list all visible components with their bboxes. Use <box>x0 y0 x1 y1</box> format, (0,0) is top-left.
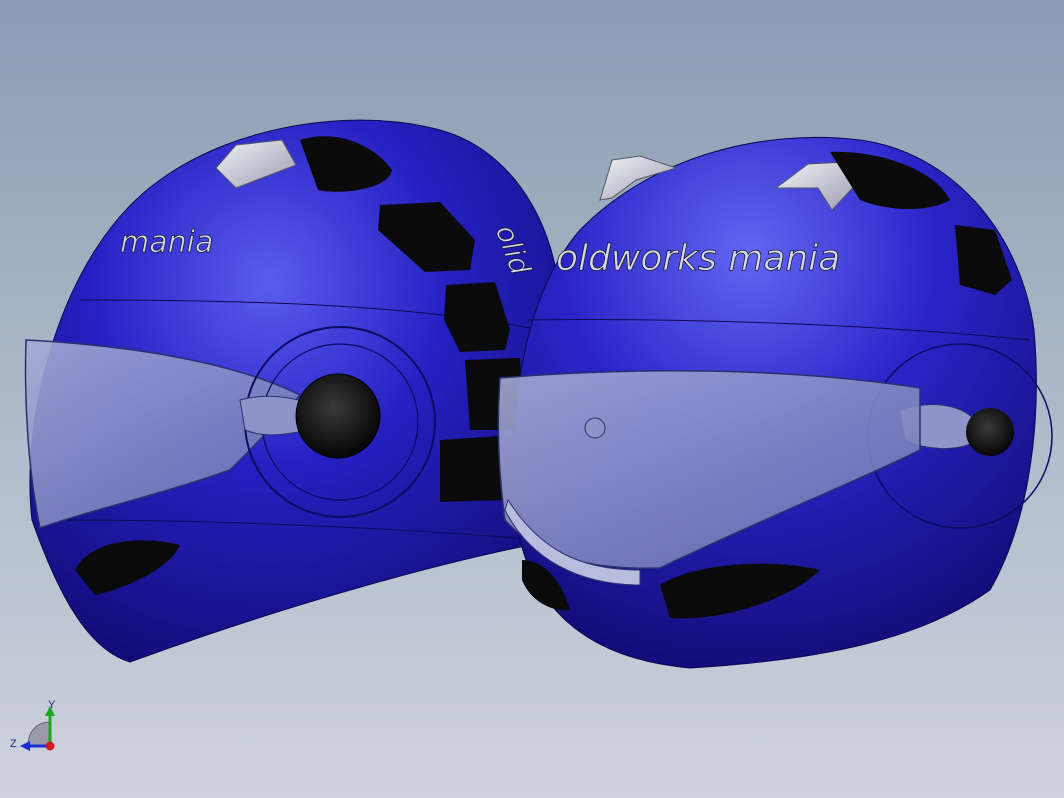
triad-y-label: Y <box>48 699 56 711</box>
right-helmet-logo: oldworks mania <box>556 238 840 279</box>
left-helmet[interactable]: mania olid <box>24 119 561 663</box>
triad-x-axis-dot <box>45 741 55 751</box>
right-helmet[interactable]: oldworks mania <box>497 137 1053 669</box>
left-helmet-pivot-button[interactable] <box>295 373 381 459</box>
right-helmet-side-vent <box>955 225 1012 295</box>
left-helmet-logo: mania <box>120 225 213 260</box>
triad-z-arrow <box>20 741 30 751</box>
orientation-triad[interactable]: Y Z <box>10 699 56 751</box>
left-helmet-rear-vent <box>440 436 505 502</box>
right-helmet-pivot-button[interactable] <box>966 408 1014 456</box>
graphics-viewport[interactable]: mania olid oldworks mania Y Z <box>0 0 1064 798</box>
right-helmet-inner-pivot <box>584 417 606 439</box>
triad-base <box>27 721 51 747</box>
triad-z-label: Z <box>10 738 17 750</box>
